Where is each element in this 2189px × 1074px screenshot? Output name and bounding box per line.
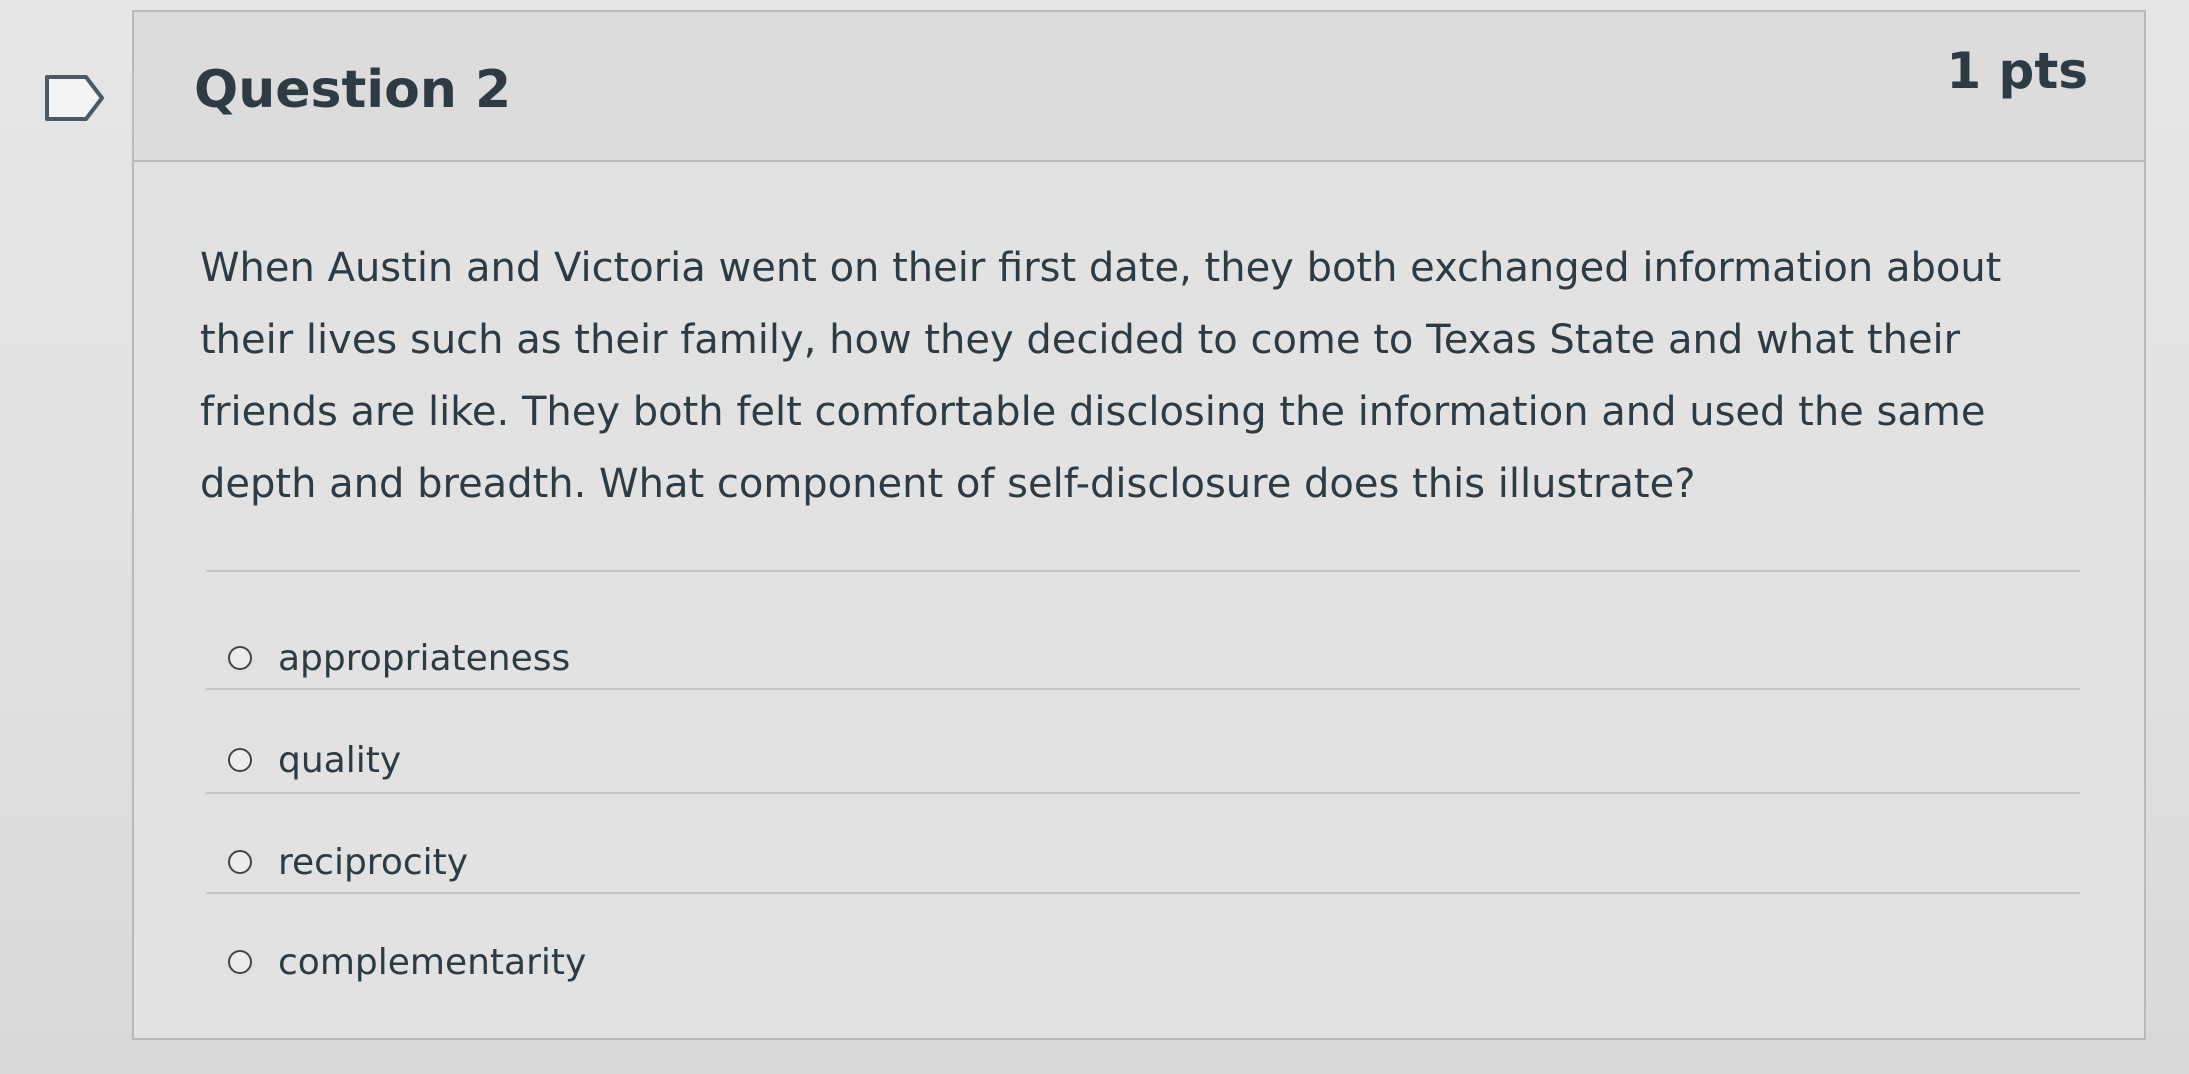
answer-option-quality[interactable]: quality xyxy=(228,730,401,790)
answer-label: appropriateness xyxy=(278,637,571,679)
answer-label: reciprocity xyxy=(278,841,469,883)
answer-divider xyxy=(206,688,2080,690)
question-title: Question 2 xyxy=(194,60,512,120)
question-text: When Austin and Victoria went on their f… xyxy=(200,245,2002,507)
answer-divider xyxy=(206,892,2080,894)
answer-option-reciprocity[interactable]: reciprocity xyxy=(228,832,468,892)
answer-option-appropriateness[interactable]: appropriateness xyxy=(228,628,570,688)
answers-top-divider xyxy=(206,570,2080,572)
radio-button[interactable] xyxy=(228,646,252,670)
radio-button[interactable] xyxy=(228,850,252,874)
answer-label: quality xyxy=(278,739,402,781)
question-points: 1 pts xyxy=(1946,42,2088,100)
answer-divider xyxy=(206,792,2080,794)
answer-option-complementarity[interactable]: complementarity xyxy=(228,932,586,992)
radio-button[interactable] xyxy=(228,950,252,974)
radio-button[interactable] xyxy=(228,748,252,772)
answer-label: complementarity xyxy=(278,941,587,983)
question-header: Question 2 1 pts xyxy=(134,12,2144,162)
question-card: Question 2 1 pts When Austin and Victori… xyxy=(132,10,2146,1040)
flag-question-icon[interactable] xyxy=(44,74,106,122)
